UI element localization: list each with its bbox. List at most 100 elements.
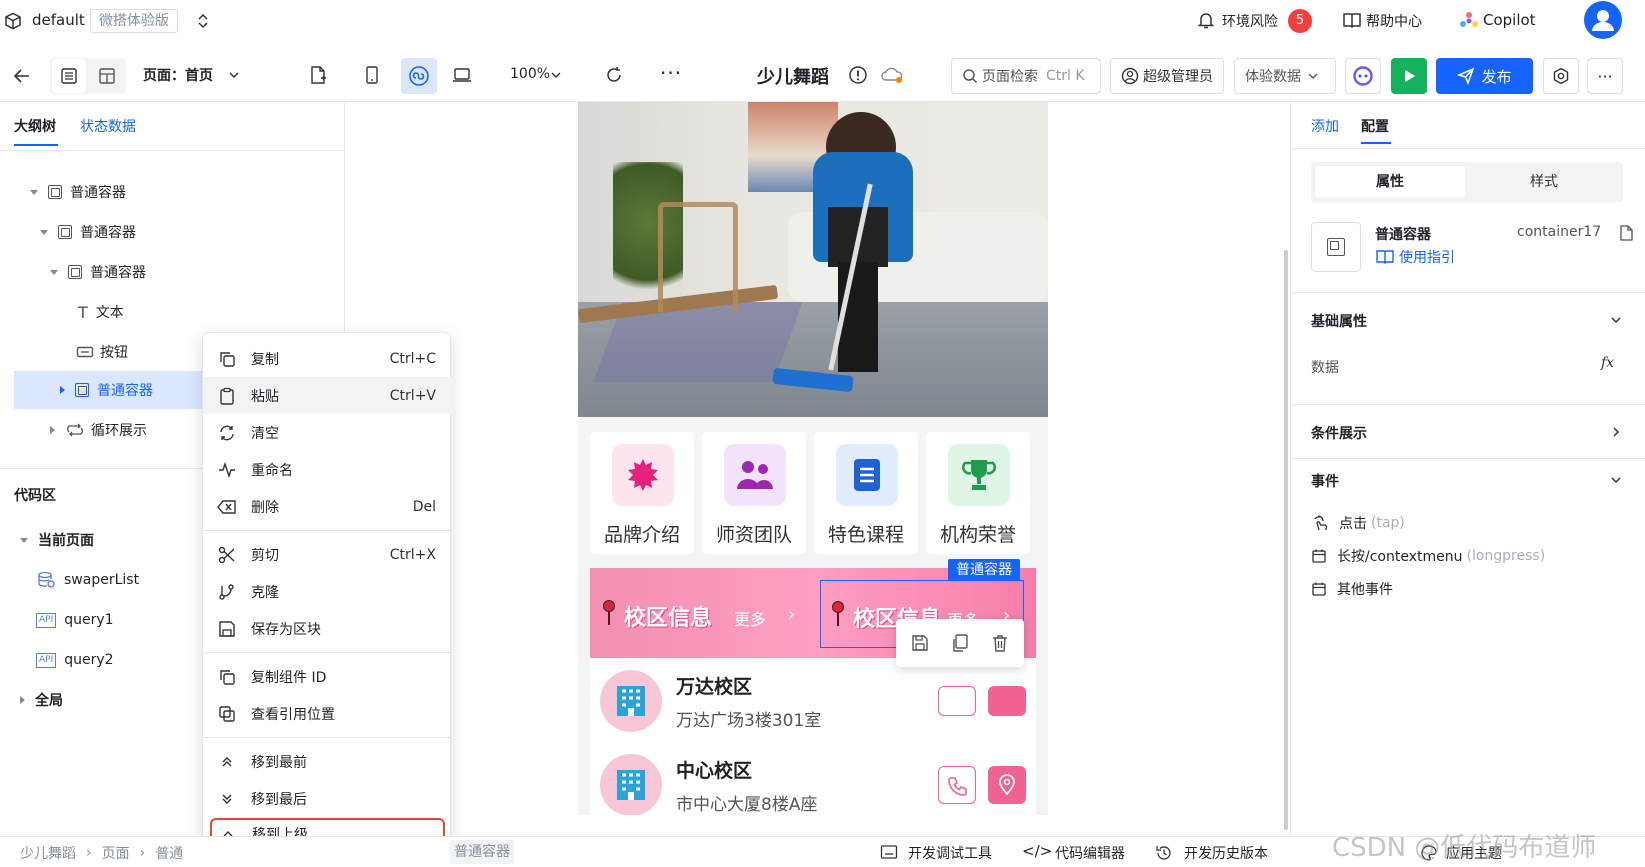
menu-item-view-references[interactable]: 查看引用位置 — [203, 695, 452, 732]
tab-state-data[interactable]: 状态数据 — [80, 116, 136, 136]
card-brand-intro[interactable]: 品牌介绍 — [590, 432, 694, 554]
menu-item-save-as-block[interactable]: 保存为区块 — [203, 610, 452, 647]
code-brackets-icon[interactable]: </> — [1022, 842, 1052, 860]
hero-image[interactable] — [578, 102, 1048, 417]
breadcrumb-item[interactable]: 普通 — [155, 843, 183, 863]
card-honors[interactable]: 机构荣誉 — [926, 432, 1030, 554]
code-item-swaperlist[interactable]: swaperList — [36, 561, 139, 599]
caret-right-icon[interactable] — [20, 696, 25, 704]
breadcrumb-item[interactable]: 普通容器 — [450, 840, 514, 864]
segment-properties[interactable]: 属性 — [1315, 166, 1465, 198]
copy-id-icon[interactable] — [1618, 224, 1634, 242]
menu-item-clear[interactable]: 清空 — [203, 414, 452, 451]
tab-outline-tree[interactable]: 大纲树 — [14, 116, 56, 136]
zoom-level[interactable]: 100% — [510, 66, 550, 82]
cloud-sync-icon[interactable] — [880, 65, 904, 85]
zoom-chevron-icon[interactable] — [550, 69, 562, 81]
caret-right-icon[interactable] — [50, 426, 55, 434]
page-selector[interactable]: 页面：首页 — [143, 65, 213, 85]
caret-down-icon[interactable] — [20, 537, 28, 543]
chevron-down-icon[interactable] — [1609, 473, 1623, 487]
events-title[interactable]: 事件 — [1311, 471, 1339, 491]
tree-node-container[interactable]: 普通容器 — [30, 173, 126, 211]
menu-item-copy[interactable]: 复制 Ctrl+C — [203, 340, 452, 377]
card-teacher-team[interactable]: 师资团队 — [702, 432, 806, 554]
tree-node-container[interactable]: 普通容器 — [40, 213, 136, 251]
switch-updown-icon[interactable] — [196, 12, 210, 30]
book-icon[interactable] — [1342, 11, 1362, 29]
caret-down-icon[interactable] — [40, 229, 48, 235]
tree-node-text[interactable]: T 文本 — [78, 293, 124, 331]
chevron-right-icon[interactable]: › — [788, 604, 795, 625]
chevron-down-icon[interactable] — [1609, 313, 1623, 327]
section-conditional-display[interactable]: 条件展示 — [1291, 404, 1645, 458]
tree-node-button[interactable]: 按钮 — [76, 333, 128, 371]
event-tap[interactable]: 点击 (tap) — [1311, 511, 1405, 535]
more-icon[interactable]: ··· — [660, 61, 682, 85]
caret-right-icon[interactable] — [60, 386, 65, 394]
trash-icon[interactable] — [990, 633, 1010, 653]
app-name[interactable]: default — [32, 11, 85, 29]
code-current-page[interactable]: 当前页面 — [20, 521, 94, 559]
dev-debug-tools-link[interactable]: 开发调试工具 — [908, 843, 992, 863]
menu-item-cut[interactable]: 剪切 Ctrl+X — [203, 536, 452, 573]
preview-run-button[interactable] — [1391, 58, 1427, 94]
list-view-icon[interactable] — [52, 59, 86, 93]
ai-assistant-button[interactable] — [1345, 58, 1381, 94]
back-arrow-icon[interactable] — [12, 66, 32, 86]
menu-item-rename[interactable]: 重命名 — [203, 451, 452, 488]
code-global[interactable]: 全局 — [20, 681, 63, 719]
save-icon[interactable] — [910, 633, 930, 653]
design-canvas[interactable]: 品牌介绍 师资团队 特色课程 机构荣誉 校区信息 更多 › 校区信息 — [578, 102, 1048, 815]
more-menu-button[interactable]: ··· — [1587, 58, 1623, 94]
devtools-icon[interactable] — [880, 844, 898, 860]
event-other[interactable]: 其他事件 — [1311, 577, 1393, 601]
caret-down-icon[interactable] — [50, 269, 58, 275]
canvas-scrollbar[interactable] — [1284, 250, 1288, 830]
menu-item-copy-component-id[interactable]: 复制组件 ID — [203, 658, 452, 695]
menu-item-clone[interactable]: 克隆 — [203, 573, 452, 610]
event-longpress[interactable]: 长按/contextmenu (longpress) — [1311, 544, 1545, 568]
env-risk-label[interactable]: 环境风险 — [1222, 11, 1278, 31]
history-icon[interactable] — [1155, 844, 1173, 862]
basic-props-title[interactable]: 基础属性 — [1311, 311, 1367, 331]
copilot-link[interactable]: Copilot — [1483, 11, 1536, 29]
tab-add[interactable]: 添加 — [1311, 116, 1339, 136]
code-editor-link[interactable]: 代码编辑器 — [1055, 843, 1125, 863]
help-center-link[interactable]: 帮助中心 — [1366, 11, 1422, 31]
add-page-icon[interactable] — [308, 65, 328, 85]
bell-icon[interactable] — [1196, 10, 1216, 30]
mobile-preview-icon[interactable] — [364, 65, 380, 85]
breadcrumb-item[interactable]: 页面 — [102, 843, 130, 863]
mini-program-preview-icon[interactable] — [401, 58, 437, 94]
data-mode-selector[interactable]: 体验数据 — [1234, 58, 1336, 94]
chevron-down-icon[interactable] — [227, 68, 241, 82]
fx-binding-icon[interactable]: fx — [1601, 355, 1614, 371]
tree-node-loop[interactable]: 循环展示 — [50, 411, 147, 449]
page-search-box[interactable]: 页面检索 Ctrl K — [951, 58, 1101, 94]
chevron-right-icon[interactable] — [1609, 425, 1623, 439]
publish-button[interactable]: 发布 — [1436, 58, 1533, 94]
guide-book-icon[interactable] — [1375, 249, 1395, 265]
usage-guide-link[interactable]: 使用指引 — [1399, 247, 1455, 267]
tree-node-container-selected[interactable]: 普通容器 — [60, 371, 153, 409]
role-selector[interactable]: 超级管理员 — [1110, 58, 1224, 94]
menu-item-delete[interactable]: 删除 Del — [203, 488, 452, 525]
caret-down-icon[interactable] — [30, 189, 38, 195]
card-featured-courses[interactable]: 特色课程 — [814, 432, 918, 554]
segment-style[interactable]: 样式 — [1469, 166, 1619, 198]
phone-button[interactable] — [938, 766, 976, 804]
menu-item-send-to-back[interactable]: 移到最后 — [203, 780, 452, 817]
phone-button[interactable] — [938, 686, 976, 716]
copy-icon[interactable] — [950, 633, 970, 653]
desktop-preview-icon[interactable] — [452, 66, 472, 84]
code-item-query1[interactable]: API query1 — [36, 601, 114, 639]
settings-button[interactable] — [1543, 58, 1579, 94]
code-item-query2[interactable]: API query2 — [36, 641, 114, 679]
tree-node-container[interactable]: 普通容器 — [50, 253, 146, 291]
menu-item-paste[interactable]: 粘贴 Ctrl+V — [203, 377, 452, 414]
copilot-icon[interactable] — [1458, 10, 1480, 32]
refresh-icon[interactable] — [604, 65, 624, 85]
breadcrumb-item[interactable]: 少儿舞蹈 — [20, 843, 76, 863]
dev-history-link[interactable]: 开发历史版本 — [1184, 843, 1268, 863]
